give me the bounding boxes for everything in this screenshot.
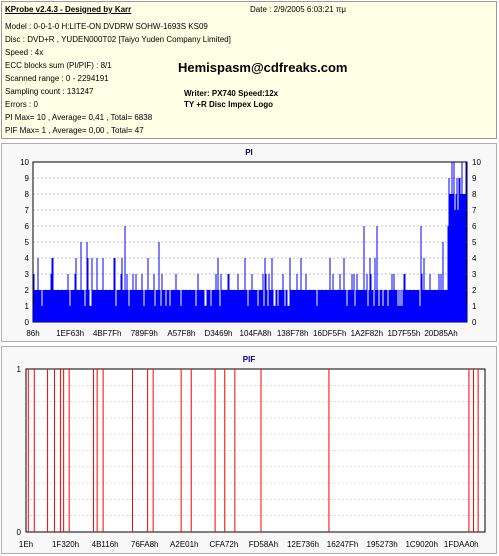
pif-chart-title: PIF [243, 355, 256, 364]
pi-x-tick: 1D7F55h [387, 329, 420, 338]
pi-base-fill [33, 306, 467, 322]
pif-stats-line: PIF Max= 1 , Average= 0,00 , Total= 47 [5, 126, 144, 135]
pi-y-tick-right: 1 [472, 302, 477, 311]
pi-x-tick: 86h [26, 329, 39, 338]
pif-y-tick: 0 [17, 528, 22, 537]
ecc-line: ECC blocks sum (PI/PIF) : 8/1 [5, 61, 112, 70]
pif-x-tick: 16247Fh [327, 540, 359, 549]
pi-x-tick: 1EF63h [56, 329, 84, 338]
pi-x-tick: 20D85Ah [424, 329, 457, 338]
scan-date: Date : 2/9/2005 6:03:21 πμ [250, 5, 346, 14]
pif-x-tick: FD58Ah [249, 540, 278, 549]
pi-y-tick-left: 7 [25, 206, 30, 215]
pi-x-tick: 789F9h [131, 329, 158, 338]
pi-y-tick-left: 10 [20, 158, 29, 167]
pi-y-tick-right: 0 [472, 318, 477, 327]
pif-x-tick: 76FA8h [131, 540, 159, 549]
sampling-line: Sampling count : 131247 [5, 87, 94, 96]
pif-x-tick: CFA72h [209, 540, 238, 549]
contact-email: Hemispasm@cdfreaks.com [178, 60, 348, 75]
pi-y-tick-left: 9 [25, 174, 30, 183]
speed-line: Speed : 4x [5, 48, 44, 57]
info-panel: KProbe v2.4.3 - Designed by Karr Date : … [1, 1, 497, 139]
range-line: Scanned range : 0 - 2294191 [5, 74, 109, 83]
pi-x-tick: 138F78h [277, 329, 309, 338]
pi-chart-panel: PI 0 0 1 1 2 2 3 3 4 4 5 5 6 6 7 7 8 8 9 9 10 10 86h 1EF63h 4BF7F… [1, 143, 497, 342]
pif-y-tick: 1 [17, 365, 22, 374]
pi-y-tick-left: 2 [25, 286, 30, 295]
pi-chart-title: PI [245, 148, 253, 157]
pif-x-tick: 1C9020h [405, 540, 437, 549]
errors-line: Errors : 0 [5, 100, 38, 109]
pi-y-tick-right: 7 [472, 206, 477, 215]
pi-x-tick: A57F8h [167, 329, 195, 338]
pi-x-tick: 1A2F82h [351, 329, 383, 338]
model-line: Model : 0-0-1-0 H:LITE-ON DVDRW SOHW-169… [5, 22, 208, 31]
pif-chart-panel: PIF 0 1 1Eh 1F320h 4B116h 76FA8h A2E01h CFA72h FD… [1, 346, 497, 554]
pi-y-tick-right: 5 [472, 238, 477, 247]
pi-x-tick: 16DF5Fh [313, 329, 346, 338]
pif-x-tick: A2E01h [170, 540, 198, 549]
pif-x-tick: 1FDAA0h [444, 540, 479, 549]
pi-stats-line: PI Max= 10 , Average= 0,41 , Total= 6838 [5, 113, 153, 122]
pif-x-tick: 12E736h [287, 540, 319, 549]
app-title: KProbe v2.4.3 - Designed by Karr [5, 5, 132, 14]
pi-x-tick: 104FA8h [240, 329, 272, 338]
pi-y-tick-left: 8 [25, 190, 30, 199]
pi-y-tick-right: 2 [472, 286, 477, 295]
pi-y-tick-right: 10 [472, 158, 481, 167]
writer-note: Writer: PX740 Speed:12x [184, 89, 279, 98]
pif-x-tick: 4B116h [92, 540, 119, 549]
pi-x-tick: 4BF7Fh [93, 329, 121, 338]
media-note: TY +R Disc Impex Logo [184, 100, 273, 109]
disc-line: Disc : DVD+R , YUDEN000T02 [Taiyo Yuden … [5, 35, 231, 44]
pi-y-tick-left: 3 [25, 270, 30, 279]
pif-x-tick: 1Eh [19, 540, 33, 549]
pi-y-tick-right: 4 [472, 254, 477, 263]
pi-y-tick-left: 1 [25, 302, 30, 311]
pi-chart: PI 0 0 1 1 2 2 3 3 4 4 5 5 6 6 7 7 8 8 9 9 10 10 86h 1EF63h 4BF7F… [20, 148, 481, 338]
pi-y-tick-left: 6 [25, 222, 30, 231]
pi-y-tick-right: 8 [472, 190, 477, 199]
pi-y-tick-right: 6 [472, 222, 477, 231]
pi-y-tick-right: 3 [472, 270, 477, 279]
pif-x-tick: 195273h [367, 540, 398, 549]
pif-chart: PIF 0 1 1Eh 1F320h 4B116h 76FA8h A2E01h CFA72h FD… [17, 355, 486, 549]
pi-x-tick: D3469h [204, 329, 232, 338]
pi-y-tick-right: 9 [472, 174, 477, 183]
pi-y-tick-left: 4 [25, 254, 30, 263]
pi-y-tick-left: 0 [25, 318, 30, 327]
pi-y-tick-left: 5 [25, 238, 30, 247]
pif-x-tick: 1F320h [52, 540, 79, 549]
